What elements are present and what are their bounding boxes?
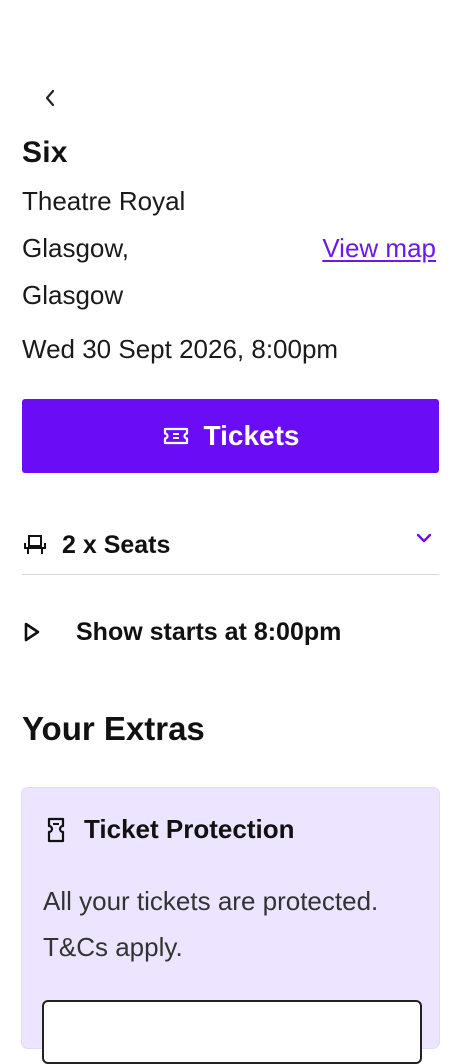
- ticket-protection-text: All your tickets are protected. T&Cs app…: [43, 886, 379, 962]
- ticket-protection-icon: [47, 817, 65, 842]
- ticket-protection-option[interactable]: [42, 1000, 422, 1064]
- extras-heading: Your Extras: [22, 710, 205, 747]
- event-datetime: Wed 30 Sept 2026, 8:00pm: [22, 334, 339, 364]
- ticket-protection-title: Ticket Protection: [84, 814, 295, 844]
- show-start-label: Show starts at 8:00pm: [76, 617, 342, 646]
- venue-city: Glasgow,: [22, 233, 129, 263]
- divider: [22, 574, 439, 575]
- venue-name: Theatre Royal: [22, 186, 186, 216]
- chevron-left-icon: [45, 89, 55, 107]
- show-start-row: Show starts at 8:00pm: [22, 606, 341, 658]
- ticket-protection-card: Ticket Protection All your tickets are p…: [22, 788, 439, 1064]
- seats-label: 2 x Seats: [62, 530, 171, 559]
- seat-icon: [24, 535, 46, 554]
- seats-selector[interactable]: 2 x Seats: [22, 517, 439, 573]
- chevron-down-icon: [416, 533, 432, 543]
- tickets-button[interactable]: Tickets: [22, 399, 439, 473]
- ticket-icon: [163, 427, 188, 445]
- play-icon: [24, 622, 40, 642]
- back-button[interactable]: [38, 84, 62, 112]
- view-map-link[interactable]: View map: [322, 233, 436, 264]
- event-title: Six: [22, 136, 68, 169]
- ticket-protection-header: Ticket Protection: [46, 814, 294, 845]
- tickets-button-label: Tickets: [203, 420, 300, 451]
- venue-region: Glasgow: [22, 280, 124, 310]
